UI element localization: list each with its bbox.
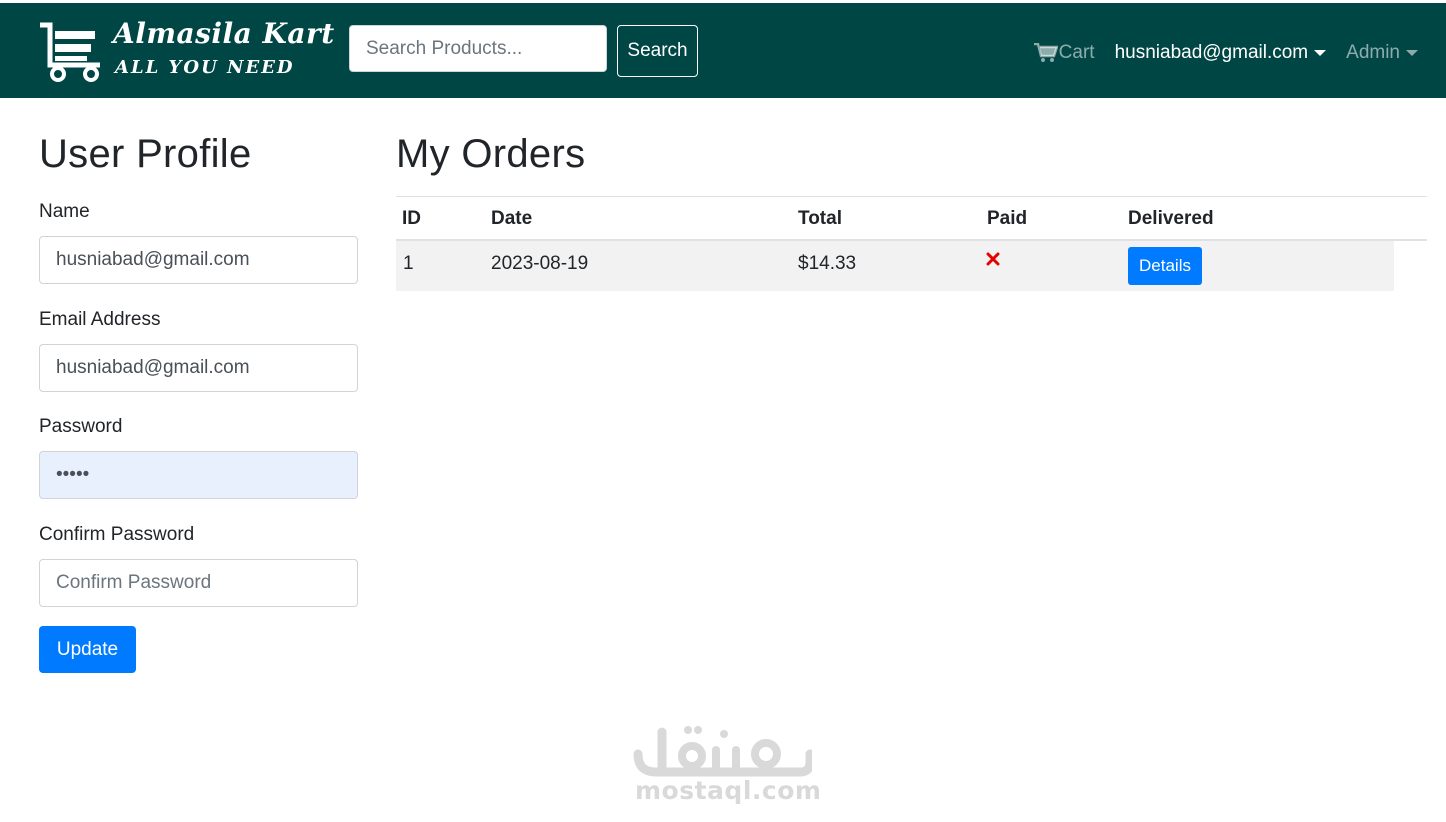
details-button[interactable]: Details: [1128, 247, 1202, 285]
update-button[interactable]: Update: [39, 626, 136, 673]
orders-title: My Orders: [396, 132, 586, 176]
admin-label: Admin: [1346, 42, 1400, 63]
password-field[interactable]: [39, 451, 358, 499]
column-header-paid: Paid: [987, 208, 1028, 229]
brand-logo-link[interactable]: Almasila Kart ALL YOU NEED: [38, 17, 334, 85]
email-label: Email Address: [39, 309, 161, 330]
user-label: husniabad@gmail.com: [1114, 42, 1309, 63]
confirm-password-field[interactable]: [39, 559, 358, 607]
cart-link[interactable]: Cart: [1033, 42, 1095, 64]
password-label: Password: [39, 416, 123, 437]
user-dropdown[interactable]: husniabad@gmail.com: [1115, 42, 1327, 64]
user-profile-section: User Profile Name Email Address Password…: [39, 130, 359, 673]
table-header: ID Date Total Paid Delivered: [396, 196, 1427, 241]
table-row: 1 2023-08-19 $14.33 Details: [396, 241, 1394, 291]
cart-label: Cart: [1058, 42, 1095, 63]
name-label: Name: [39, 201, 90, 222]
mostaql-arabic-logo-icon: [633, 726, 812, 777]
navbar: Almasila Kart ALL YOU NEED Search Cart h…: [0, 3, 1446, 98]
navbar-right: Cart husniabad@gmail.com Admin: [1033, 39, 1418, 67]
column-header-delivered: Delivered: [1128, 208, 1214, 229]
column-header-date: Date: [491, 208, 533, 229]
search-input[interactable]: [349, 25, 607, 72]
order-id: 1: [403, 253, 414, 274]
chevron-down-icon: [1406, 50, 1418, 56]
column-header-id: ID: [402, 208, 421, 229]
my-orders-section: My Orders ID Date Total Paid Delivered 1…: [396, 130, 1427, 291]
chevron-down-icon: [1314, 50, 1327, 56]
mostaql-watermark-text: mostaql.com: [635, 776, 822, 805]
profile-title: User Profile: [39, 132, 252, 176]
brand-name: Almasila Kart: [113, 17, 335, 50]
shopping-cart-logo-icon: [40, 22, 100, 82]
confirm-password-label: Confirm Password: [39, 524, 195, 545]
email-field[interactable]: [39, 344, 358, 392]
cart-icon: [1033, 43, 1058, 62]
admin-dropdown[interactable]: Admin: [1346, 42, 1418, 64]
brand-tagline: ALL YOU NEED: [115, 57, 295, 78]
not-paid-x-icon: [986, 252, 1000, 266]
search-button[interactable]: Search: [617, 25, 698, 77]
order-date: 2023-08-19: [491, 253, 589, 274]
order-total: $14.33: [798, 253, 857, 274]
name-field[interactable]: [39, 236, 358, 284]
column-header-total: Total: [798, 208, 842, 229]
mostaql-watermark: mostaql.com: [632, 720, 821, 810]
